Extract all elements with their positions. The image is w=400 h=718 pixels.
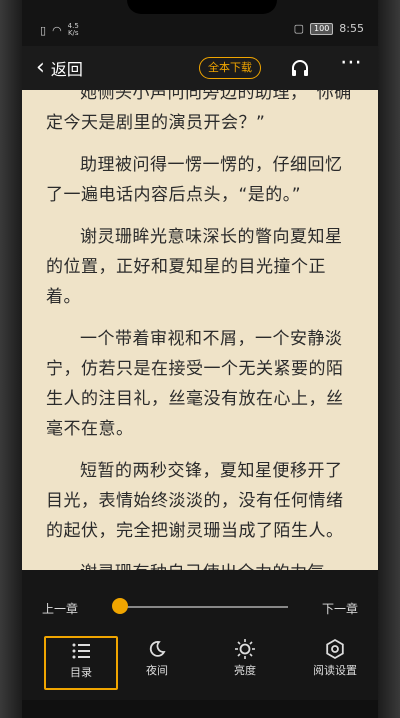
progress-slider-handle[interactable] <box>112 598 128 614</box>
paragraph: 她侧头小声问向旁边的助理，“你确定今天是剧里的演员开会？” <box>46 90 352 133</box>
wifi-icon: ◠ <box>52 23 62 37</box>
battery-indicator: 100 <box>310 22 334 35</box>
download-all-button[interactable]: 全本下载 <box>199 57 261 79</box>
paragraph: 谢灵珊有种自己使出全力的力气 <box>22 558 378 570</box>
screen: ▯ ◠ 4.5 K/s ▢ 100 8:55 ‹ 返回 全本下载 ⋯ 她侧头小声… <box>22 0 378 718</box>
tab-label: 阅读设置 <box>313 664 357 677</box>
tab-reading-settings[interactable]: 阅读设置 <box>300 636 370 686</box>
list-icon <box>46 638 116 664</box>
tab-label: 夜间 <box>146 664 168 677</box>
clock: 8:55 <box>339 22 364 35</box>
camera-notch <box>127 0 277 14</box>
back-button[interactable]: ‹ 返回 <box>36 56 83 80</box>
sim-icon: ▯ <box>40 23 47 37</box>
tab-catalog[interactable]: 目录 <box>44 636 118 690</box>
more-options-icon[interactable]: ⋯ <box>340 50 363 75</box>
status-right: ▢ 100 8:55 <box>294 22 364 35</box>
system-nav-bar <box>22 700 378 718</box>
status-bar: ▯ ◠ 4.5 K/s ▢ 100 8:55 <box>22 14 378 44</box>
moon-icon <box>122 636 192 662</box>
vibrate-icon: ▢ <box>293 22 305 35</box>
tab-label: 亮度 <box>234 664 256 677</box>
reader-tab-bar: 目录 夜间 亮度 阅读设置 <box>22 632 378 692</box>
status-left: ▯ ◠ 4.5 K/s <box>40 23 79 37</box>
prev-chapter-button[interactable]: 上一章 <box>42 600 78 617</box>
reader-top-bar: ‹ 返回 全本下载 ⋯ <box>22 46 378 90</box>
tab-night-mode[interactable]: 夜间 <box>122 636 192 686</box>
paragraph: 短暂的两秒交锋，夏知星便移开了目光，表情始终淡淡的，没有任何情绪的起伏，完全把谢… <box>46 461 344 541</box>
brightness-icon <box>210 636 280 662</box>
phone-bezel-right <box>378 0 400 718</box>
back-label: 返回 <box>50 60 83 79</box>
chevron-left-icon: ‹ <box>36 55 45 80</box>
phone-bezel-left <box>0 0 22 718</box>
progress-slider-track[interactable] <box>118 606 288 608</box>
tab-brightness[interactable]: 亮度 <box>210 636 280 686</box>
next-chapter-button[interactable]: 下一章 <box>322 600 358 617</box>
paragraph: 一个带着审视和不屑，一个安静淡宁，仿若只是在接受一个无关紧要的陌生人的注目礼，丝… <box>46 329 344 439</box>
paragraph: 谢灵珊眸光意味深长的瞥向夏知星的位置，正好和夏知星的目光撞个正着。 <box>46 227 343 307</box>
tab-label: 目录 <box>70 666 92 679</box>
reader-control-panel: 上一章 下一章 目录 夜间 亮度 阅读设置 <box>22 570 378 718</box>
phone-frame: ▯ ◠ 4.5 K/s ▢ 100 8:55 ‹ 返回 全本下载 ⋯ 她侧头小声… <box>0 0 400 718</box>
paragraph: 助理被问得一愣一愣的，仔细回忆了一遍电话内容后点头，“是的。” <box>46 155 343 205</box>
headphones-icon[interactable] <box>290 58 310 82</box>
settings-icon <box>300 636 370 662</box>
network-speed: 4.5 K/s <box>67 22 79 37</box>
reading-page: 她侧头小声问向旁边的助理，“你确定今天是剧里的演员开会？” 助理被问得一愣一愣的… <box>22 90 378 570</box>
